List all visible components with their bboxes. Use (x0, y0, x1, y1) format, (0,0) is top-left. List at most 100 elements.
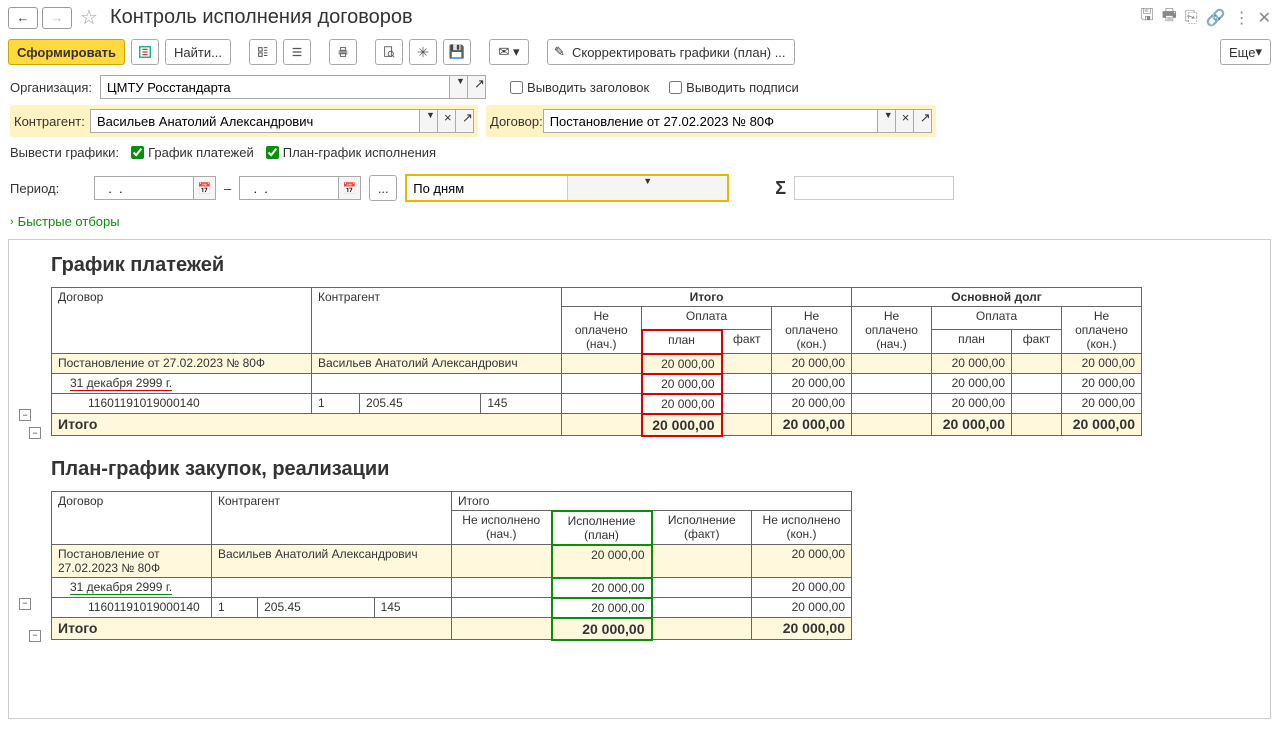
r1-h-np-start: Не оплачено (нач.) (562, 307, 642, 354)
menu-dots-icon[interactable]: ⋮ (1234, 8, 1250, 28)
org-input[interactable] (100, 75, 450, 99)
more-label: Еще (1229, 45, 1255, 60)
dog-label: Договор: (490, 114, 543, 129)
email-button[interactable]: ✉ ▾ (489, 39, 529, 65)
g-plan-label: План-график исполнения (283, 145, 436, 160)
dog-open-icon[interactable]: ↗ (914, 109, 932, 133)
r1-total-end: 20 000,00 (772, 414, 852, 436)
show-header-label: Выводить заголовок (527, 80, 649, 95)
contr-open-icon[interactable]: ↗ (456, 109, 474, 133)
org-open-icon[interactable]: ↗ (468, 75, 486, 99)
contr-input[interactable] (90, 109, 420, 133)
tree-collapse-2[interactable]: − (29, 427, 41, 439)
r2-row-date[interactable]: 31 декабря 2999 г. 20 000,0020 000,00 (52, 578, 852, 598)
r2-h-ni-end: Не исполнено (кон.) (752, 511, 852, 545)
g-pay-checkbox[interactable]: График платежей (127, 143, 254, 162)
r2-r2-end: 20 000,00 (752, 578, 852, 598)
r2-r1-plan: 20 000,00 (552, 545, 652, 578)
date-to-calendar-icon[interactable]: 📅 (339, 176, 361, 200)
r1-r1-plan: 20 000,00 (642, 354, 722, 374)
r1-r1-plan2: 20 000,00 (932, 354, 1012, 374)
contr-wrap: Контрагент: ▼ × ↗ (10, 105, 478, 137)
save-icon[interactable]: 🖫 (1140, 4, 1154, 31)
date-to-input[interactable] (239, 176, 339, 200)
settings-button[interactable] (131, 39, 159, 65)
dog-clear-icon[interactable]: × (896, 109, 914, 133)
show-sign-checkbox[interactable]: Выводить подписи (665, 78, 799, 97)
dog-dropdown-icon[interactable]: ▼ (878, 109, 896, 133)
page-preview-icon[interactable]: ⎘ (1185, 9, 1198, 27)
org-field-wrap: ▼ ↗ (100, 75, 486, 99)
find-button[interactable]: Найти... (165, 39, 231, 65)
r2-h-ni-start: Не исполнено (нач.) (452, 511, 552, 545)
r1-h-np-end2: Не оплачено (кон.) (1062, 307, 1142, 354)
quick-filters-label: Быстрые отборы (18, 214, 120, 229)
show-sign-label: Выводить подписи (686, 80, 799, 95)
close-icon[interactable]: ✕ (1258, 8, 1271, 28)
nav-back-button[interactable]: ← (8, 7, 38, 29)
r1-h-fact2: факт (1012, 330, 1062, 354)
r1-r3-end: 20 000,00 (772, 394, 852, 414)
r2-r3-c1: 1 (212, 598, 258, 618)
contr-clear-icon[interactable]: × (438, 109, 456, 133)
period-ellipsis-button[interactable]: ... (369, 175, 397, 201)
tree-collapse-4[interactable]: − (29, 630, 41, 642)
r1-row-date[interactable]: 31 декабря 2999 г. 20 000,0020 000,00 20… (52, 374, 1142, 394)
r2-h-contr: Контрагент (212, 491, 452, 545)
r2-total-lbl: Итого (52, 618, 452, 640)
r1-h-fact: факт (722, 330, 772, 354)
r1-total-plan2: 20 000,00 (932, 414, 1012, 436)
r1-h-plan2: план (932, 330, 1012, 354)
tree-collapse-1[interactable]: − (19, 409, 31, 421)
show-header-checkbox[interactable]: Выводить заголовок (506, 78, 649, 97)
r2-row-code[interactable]: 11601191019000140 1 205.45 145 20 000,00… (52, 598, 852, 618)
period-mode-select[interactable]: ▼ (405, 174, 729, 202)
period-mode-input[interactable] (407, 176, 567, 200)
r1-h-contr: Контрагент (312, 288, 562, 354)
generate-button[interactable]: Сформировать (8, 39, 125, 65)
date-from-input[interactable] (94, 176, 194, 200)
page-title: Контроль исполнения договоров (110, 6, 413, 29)
correct-button[interactable]: ✎Скорректировать графики (план) ... (547, 39, 795, 65)
r2-row-contract[interactable]: Постановление от 27.02.2023 № 80Ф Василь… (52, 545, 852, 578)
contr-dropdown-icon[interactable]: ▼ (420, 109, 438, 133)
r1-row-contract[interactable]: Постановление от 27.02.2023 № 80Ф Василь… (52, 354, 1142, 374)
nav-forward-button[interactable]: → (42, 7, 72, 29)
sum-input[interactable] (794, 176, 954, 200)
r2-total-plan: 20 000,00 (552, 618, 652, 640)
r1-h-np-start2: Не оплачено (нач.) (852, 307, 932, 354)
date-from-calendar-icon[interactable]: 📅 (194, 176, 216, 200)
r2-r3-end: 20 000,00 (752, 598, 852, 618)
print-icon[interactable]: 🖶 (1162, 4, 1177, 31)
r2-h-total: Итого (452, 491, 852, 511)
quick-filters-toggle[interactable]: › Быстрые отборы (0, 208, 1279, 235)
preview-button[interactable] (375, 39, 403, 65)
link-icon[interactable]: 🔗 (1206, 8, 1226, 28)
tree-collapse-3[interactable]: − (19, 598, 31, 610)
r2-r3-plan: 20 000,00 (552, 598, 652, 618)
fit-button[interactable] (409, 39, 437, 65)
window-header: ← → ☆ Контроль исполнения договоров 🖫 🖶 … (0, 0, 1279, 35)
dog-input[interactable] (543, 109, 878, 133)
favorite-star-icon[interactable]: ☆ (80, 5, 98, 30)
r1-h-plan: план (642, 330, 722, 354)
expand-button[interactable] (249, 39, 277, 65)
r2-r2-date: 31 декабря 2999 г. (70, 580, 172, 595)
r1-h-pay2: Оплата (932, 307, 1062, 330)
r2-r3-c3: 145 (374, 598, 451, 618)
save-report-button[interactable]: 💾 (443, 39, 471, 65)
toolbar: Сформировать Найти... 💾 ✉ ▾ ✎Скорректиро… (0, 35, 1279, 69)
dog-wrap: Договор: ▼ × ↗ (486, 105, 936, 137)
print-button[interactable] (329, 39, 357, 65)
r1-r3-c3: 145 (481, 394, 562, 414)
report2-title: План-график закупок, реализации (51, 458, 1262, 481)
filter-row-graphs: Вывести графики: График платежей План-гр… (0, 143, 1279, 168)
r2-row-total: Итого 20 000,0020 000,00 (52, 618, 852, 640)
period-mode-dropdown-icon[interactable]: ▼ (567, 176, 727, 200)
collapse-button[interactable] (283, 39, 311, 65)
more-button[interactable]: Еще ▾ (1220, 39, 1271, 65)
org-dropdown-icon[interactable]: ▼ (450, 75, 468, 99)
g-plan-checkbox[interactable]: План-график исполнения (262, 143, 436, 162)
r1-row-code[interactable]: 11601191019000140 1 205.45 145 20 000,00… (52, 394, 1142, 414)
report1-table: Договор Контрагент Итого Основной долг Н… (51, 287, 1142, 437)
